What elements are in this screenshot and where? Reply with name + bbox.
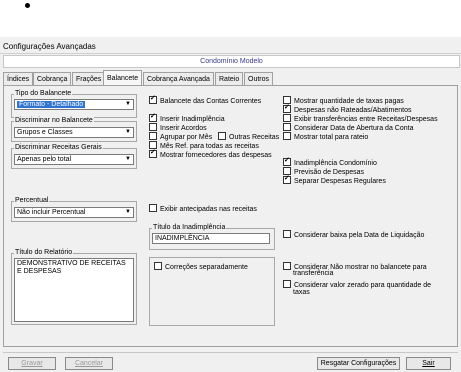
tipo-balancete-value: Formato - Detalhado (17, 101, 86, 108)
mostrar-fornecedores-label: Mostrar fornecedores das despesas (160, 152, 272, 159)
discriminar-balancete-select[interactable]: Grupos e Classes ▼ (14, 127, 134, 138)
chevron-down-icon[interactable]: ▼ (124, 209, 132, 216)
gravar-button[interactable]: Gravar (8, 357, 56, 370)
mostrar-total-rateio-checkbox[interactable]: Mostrar total para rateio (283, 132, 368, 141)
titulo-relatorio-textarea[interactable]: DEMONSTRATIVO DE RECEITAS E DESPESAS (14, 258, 134, 322)
balancete-contas-label: Balancete das Contas Correntes (160, 98, 262, 105)
correcoes-checkbox[interactable]: Correções separadamente (154, 262, 248, 271)
sair-button[interactable]: Sair (406, 357, 451, 370)
checkbox-box[interactable] (283, 103, 291, 113)
mostrar-qtd-taxas-label: Mostrar quantidade de taxas pagas (294, 98, 404, 105)
checkbox-box[interactable] (283, 132, 291, 140)
discriminar-receitas-select[interactable]: Apenas pelo total ▼ (14, 154, 134, 165)
considerar-data-label: Considerar Data de Abertura da Conta (294, 125, 414, 132)
title-separator (0, 53, 461, 54)
window-title: Configurações Avançadas (3, 42, 96, 51)
mes-ref-checkbox[interactable]: Mês Ref. para todas as receitas (149, 141, 259, 150)
considerar-valor-zerado-label-cont: taxas (293, 289, 310, 296)
despesas-nao-rateadas-label: Despesas não Rateadas/Abatimentos (294, 107, 412, 114)
bullet-dot (25, 3, 30, 8)
tab-cobranca[interactable]: Cobrança (33, 72, 72, 85)
checkbox-box[interactable] (283, 123, 291, 131)
outras-receitas-checkbox[interactable]: Outras Receitas (218, 132, 279, 141)
checkbox-box[interactable] (149, 132, 157, 140)
checkbox-box[interactable] (154, 262, 162, 270)
exibir-transferencias-checkbox[interactable]: Exibir transferências entre Receitas/Des… (283, 114, 438, 123)
discriminar-receitas-value: Apenas pelo total (17, 156, 72, 163)
checkbox-box[interactable] (149, 204, 157, 212)
checkbox-box[interactable] (149, 112, 157, 122)
inserir-acordos-checkbox[interactable]: Inserir Acordos (149, 123, 207, 132)
despesas-nao-rateadas-checkbox[interactable]: Despesas não Rateadas/Abatimentos (283, 103, 412, 114)
exibir-transferencias-label: Exibir transferências entre Receitas/Des… (294, 116, 438, 123)
checkbox-box[interactable] (149, 94, 157, 104)
checkbox-box[interactable] (283, 230, 291, 238)
agrupar-mes-label: Agrupar por Mês (160, 134, 213, 141)
inserir-inadimplencia-checkbox[interactable]: Inserir Inadimplência (149, 112, 225, 123)
tab-balancete[interactable]: Balancete (103, 70, 143, 85)
percentual-select[interactable]: Não incluir Percentual ▼ (14, 207, 134, 218)
inadimplencia-condominio-label: Inadimplência Condomínio (294, 160, 377, 167)
inserir-acordos-label: Inserir Acordos (160, 125, 207, 132)
button-bar-separator (3, 352, 458, 353)
inserir-inadimplencia-label: Inserir Inadimplência (160, 116, 225, 123)
checkbox-box[interactable] (149, 148, 157, 158)
exibir-antecipadas-checkbox[interactable]: Exibir antecipadas nas receitas (149, 204, 257, 213)
percentual-label: Percentual (14, 197, 50, 205)
titulo-inadimplencia-input[interactable]: INADIMPLÊNCIA (152, 233, 270, 244)
checkbox-box[interactable] (149, 123, 157, 131)
resgatar-configuracoes-button[interactable]: Resgatar Configurações (317, 357, 400, 370)
considerar-data-checkbox[interactable]: Considerar Data de Abertura da Conta (283, 123, 413, 132)
condominio-header: Condomínio Modelo (3, 55, 460, 68)
chevron-down-icon[interactable]: ▼ (124, 129, 132, 136)
considerar-nao-mostrar-label-cont: transferência (293, 270, 334, 277)
outras-receitas-label: Outras Receitas (229, 134, 280, 141)
previsao-despesas-checkbox[interactable]: Previsão de Despesas (283, 167, 364, 176)
tab-fracoes[interactable]: Frações (72, 72, 106, 85)
tab-cobranca-avancada[interactable]: Cobrança Avançada (143, 72, 214, 85)
separar-despesas-checkbox[interactable]: Separar Despesas Regulares (283, 174, 386, 185)
correcoes-label: Correções separadamente (165, 264, 248, 271)
considerar-valor-zerado-label: Considerar valor zerado para quantidade … (294, 282, 431, 289)
mes-ref-label: Mês Ref. para todas as receitas (160, 143, 259, 150)
checkbox-box[interactable] (283, 262, 291, 270)
balancete-contas-checkbox[interactable]: Balancete das Contas Correntes (149, 94, 262, 105)
agrupar-mes-checkbox[interactable]: Agrupar por Mês (149, 132, 212, 141)
discriminar-receitas-label: Discriminar Receitas Gerais (14, 144, 103, 152)
cancelar-label: Cancelar (74, 360, 103, 367)
checkbox-box[interactable] (283, 280, 291, 288)
mostrar-fornecedores-checkbox[interactable]: Mostrar fornecedores das despesas (149, 148, 272, 159)
tab-rateio[interactable]: Rateio (215, 72, 244, 85)
tipo-balancete-label: Tipo do Balancete (14, 90, 73, 98)
mostrar-total-rateio-label: Mostrar total para rateio (294, 134, 369, 141)
tab-outros[interactable]: Outros (244, 72, 274, 85)
checkbox-box[interactable] (218, 132, 226, 140)
cancelar-button[interactable]: Cancelar (65, 357, 113, 370)
exibir-antecipadas-label: Exibir antecipadas nas receitas (160, 206, 257, 213)
discriminar-balancete-value: Grupos e Classes (17, 129, 73, 136)
separar-despesas-label: Separar Despesas Regulares (294, 178, 386, 185)
percentual-value: Não incluir Percentual (17, 209, 86, 216)
sair-label: Sair (422, 360, 435, 367)
chevron-down-icon[interactable]: ▼ (124, 101, 132, 108)
checkbox-box[interactable] (283, 156, 291, 166)
discriminar-balancete-label: Discriminar no Balancete (14, 117, 94, 125)
resgatar-label: Resgatar Configurações (320, 360, 397, 367)
condominio-name: Condomínio Modelo (200, 58, 263, 65)
considerar-baixa-label: Considerar baixa pela Data de Liquidação (294, 232, 425, 239)
checkbox-box[interactable] (283, 174, 291, 184)
inadimplencia-condominio-checkbox[interactable]: Inadimplência Condomínio (283, 156, 377, 167)
chevron-down-icon[interactable]: ▼ (124, 156, 132, 163)
considerar-baixa-checkbox[interactable]: Considerar baixa pela Data de Liquidação (283, 230, 424, 239)
titulo-relatorio-label: Título do Relatório (14, 249, 74, 257)
checkbox-box[interactable] (283, 114, 291, 122)
gravar-label: Gravar (21, 360, 43, 367)
titulo-inadimplencia-label: Título da Inadimplência (152, 224, 227, 232)
previsao-despesas-label: Previsão de Despesas (294, 169, 365, 176)
tab-indices[interactable]: Índices (3, 72, 34, 85)
mostrar-qtd-taxas-checkbox[interactable]: Mostrar quantidade de taxas pagas (283, 96, 404, 105)
tipo-balancete-select[interactable]: Formato - Detalhado ▼ (14, 99, 134, 110)
